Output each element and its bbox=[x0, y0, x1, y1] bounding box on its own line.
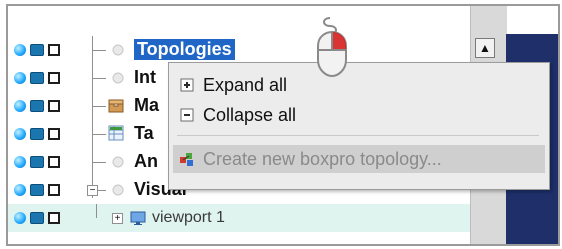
status-ball-icon bbox=[14, 72, 26, 84]
menu-item-expand-all[interactable]: Expand all bbox=[173, 71, 545, 99]
tree-row-topologies[interactable]: Topologies bbox=[8, 36, 470, 64]
row-status-icons bbox=[14, 155, 60, 169]
table-icon bbox=[108, 125, 124, 141]
menu-item-create-new-boxpro-topology[interactable]: Create new boxpro topology... bbox=[173, 145, 545, 173]
menu-item-label: Create new boxpro topology... bbox=[203, 148, 442, 169]
collapse-toggle-icon[interactable]: − bbox=[87, 185, 98, 196]
bullet-icon bbox=[110, 42, 126, 58]
node-label[interactable]: An bbox=[134, 151, 158, 172]
main-frame: Topologies Int Ma Ta An − Visual + viewp… bbox=[6, 4, 560, 246]
chip-icon bbox=[30, 44, 44, 56]
node-label-selected[interactable]: Topologies bbox=[134, 39, 235, 60]
chip-icon bbox=[30, 72, 44, 84]
menu-separator bbox=[177, 135, 539, 136]
status-ball-icon bbox=[14, 100, 26, 112]
expand-toggle-icon[interactable]: + bbox=[112, 213, 123, 224]
row-status-icons bbox=[14, 211, 60, 225]
checkbox-icon[interactable] bbox=[48, 72, 60, 84]
checkbox-icon[interactable] bbox=[48, 100, 60, 112]
node-label[interactable]: Ma bbox=[134, 95, 159, 116]
checkbox-icon[interactable] bbox=[48, 184, 60, 196]
create-topology-icon bbox=[179, 151, 195, 167]
bullet-icon bbox=[110, 182, 126, 198]
scroll-up-button[interactable]: ▲ bbox=[475, 38, 495, 58]
checkbox-icon[interactable] bbox=[48, 128, 60, 140]
chip-icon bbox=[30, 212, 44, 224]
status-ball-icon bbox=[14, 212, 26, 224]
status-ball-icon bbox=[14, 44, 26, 56]
row-status-icons bbox=[14, 71, 60, 85]
status-ball-icon bbox=[14, 156, 26, 168]
collapse-icon bbox=[179, 107, 195, 123]
node-label[interactable]: Ta bbox=[134, 123, 154, 144]
node-label[interactable]: viewport 1 bbox=[152, 209, 225, 227]
menu-item-label: Expand all bbox=[203, 74, 288, 95]
chip-icon bbox=[30, 128, 44, 140]
chip-icon bbox=[30, 184, 44, 196]
bullet-icon bbox=[110, 70, 126, 86]
checkbox-icon[interactable] bbox=[48, 44, 60, 56]
status-ball-icon bbox=[14, 184, 26, 196]
menu-item-collapse-all[interactable]: Collapse all bbox=[173, 101, 545, 129]
checkbox-icon[interactable] bbox=[48, 212, 60, 224]
mouse-right-click-icon bbox=[308, 16, 356, 78]
row-status-icons bbox=[14, 183, 60, 197]
bullet-icon bbox=[110, 154, 126, 170]
monitor-icon bbox=[130, 210, 146, 226]
package-icon bbox=[108, 97, 124, 113]
node-label[interactable]: Int bbox=[134, 67, 156, 88]
tree-line bbox=[96, 204, 97, 218]
context-menu: Expand all Collapse all Create new boxpr… bbox=[168, 62, 550, 190]
chip-icon bbox=[30, 100, 44, 112]
chip-icon bbox=[30, 156, 44, 168]
row-status-icons bbox=[14, 127, 60, 141]
menu-item-label: Collapse all bbox=[203, 104, 297, 125]
tree-row-viewport-1[interactable]: + viewport 1 bbox=[8, 204, 470, 232]
row-status-icons bbox=[14, 99, 60, 113]
row-status-icons bbox=[14, 43, 60, 57]
checkbox-icon[interactable] bbox=[48, 156, 60, 168]
expand-icon bbox=[179, 77, 195, 93]
status-ball-icon bbox=[14, 128, 26, 140]
